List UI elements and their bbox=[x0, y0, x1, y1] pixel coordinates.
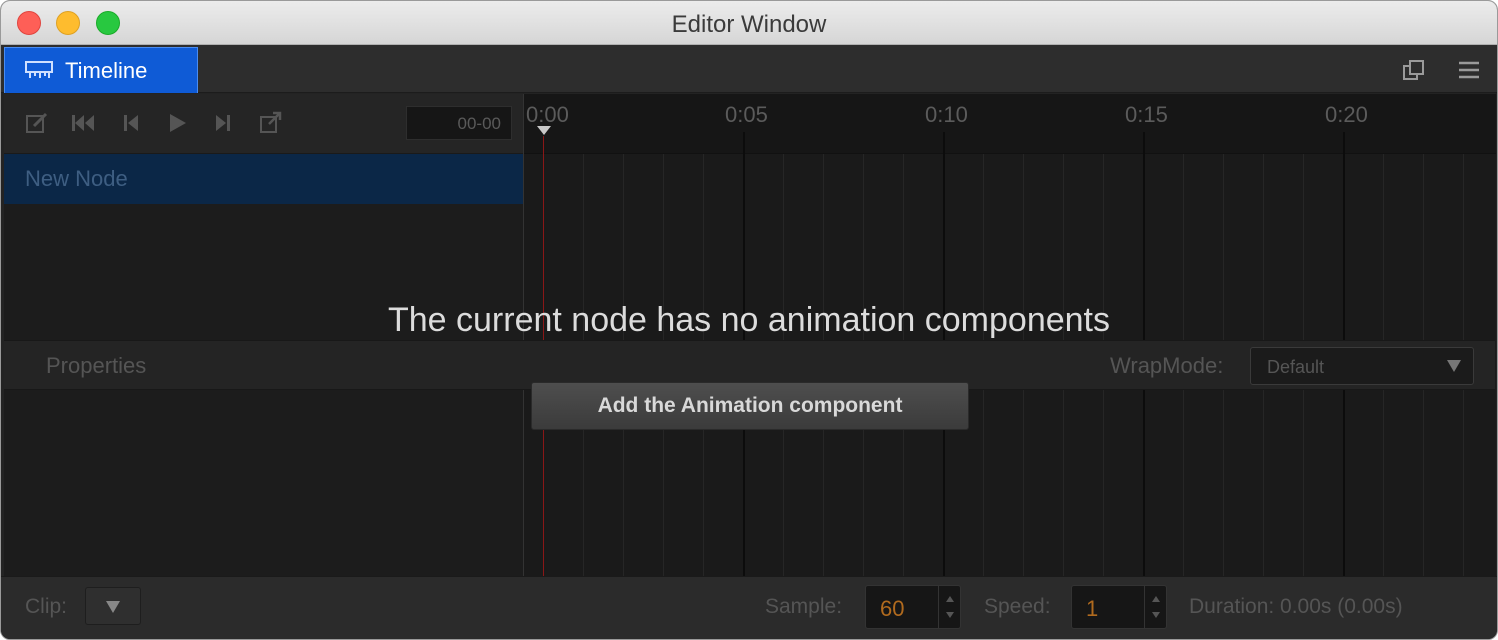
ruler-label: 0:10 bbox=[925, 102, 968, 127]
playhead-marker-icon[interactable] bbox=[537, 126, 551, 136]
editor-window: Editor Window Timeline 0:00 0:05 0:10 0:… bbox=[0, 0, 1498, 640]
stepper-arrows-icon bbox=[1152, 596, 1160, 618]
popout-window-icon[interactable] bbox=[1401, 57, 1427, 83]
node-row[interactable]: New Node bbox=[4, 154, 523, 204]
clip-select[interactable] bbox=[85, 587, 141, 625]
speed-label: Speed: bbox=[984, 595, 1051, 618]
menu-icon[interactable] bbox=[1456, 57, 1482, 83]
clip-label: Clip: bbox=[25, 595, 68, 618]
chevron-down-icon bbox=[1447, 360, 1461, 372]
properties-label: Properties bbox=[46, 353, 147, 378]
tab-bar: Timeline bbox=[1, 45, 1497, 93]
no-animation-message: The current node has no animation compon… bbox=[387, 301, 1110, 339]
playback-toolbar: 00-00 bbox=[4, 94, 523, 154]
speed-value: 1 bbox=[1086, 596, 1099, 621]
tab-timeline[interactable]: Timeline bbox=[4, 47, 198, 93]
step-back-icon[interactable] bbox=[118, 110, 144, 136]
window-title: Editor Window bbox=[671, 11, 827, 38]
stepper-arrows-icon bbox=[946, 596, 954, 618]
timeline-icon bbox=[25, 60, 53, 78]
add-animation-component-button[interactable]: Add the Animation component bbox=[531, 382, 969, 430]
play-icon[interactable] bbox=[164, 110, 190, 136]
wrapmode-value: Default bbox=[1267, 357, 1325, 377]
chevron-down-icon bbox=[106, 601, 120, 613]
title-bar: Editor Window bbox=[1, 1, 1497, 45]
sample-value: 60 bbox=[880, 596, 905, 621]
tab-label: Timeline bbox=[65, 57, 148, 83]
wrapmode-label: WrapMode: bbox=[1110, 353, 1224, 378]
speed-stepper[interactable] bbox=[1144, 586, 1166, 628]
step-forward-icon[interactable] bbox=[210, 110, 236, 136]
ruler-label: 0:05 bbox=[725, 102, 768, 127]
jump-first-icon[interactable] bbox=[70, 110, 96, 136]
sample-label: Sample: bbox=[765, 595, 843, 618]
time-ruler[interactable]: 0:00 0:05 0:10 0:15 0:20 bbox=[524, 94, 1496, 154]
open-external-icon[interactable] bbox=[258, 110, 284, 136]
sample-input[interactable]: 60 bbox=[865, 585, 961, 629]
speed-input[interactable]: 1 bbox=[1071, 585, 1167, 629]
duration-label: Duration: 0.00s (0.00s) bbox=[1189, 595, 1403, 618]
ruler-label: 0:15 bbox=[1125, 102, 1168, 127]
ruler-label: 0:00 bbox=[526, 102, 569, 127]
sample-stepper[interactable] bbox=[938, 586, 960, 628]
ruler-label: 0:20 bbox=[1325, 102, 1368, 127]
wrapmode-select[interactable]: Default bbox=[1250, 347, 1474, 385]
current-time-field[interactable]: 00-00 bbox=[406, 106, 512, 140]
bottom-bar: Clip: Sample: 60 Speed: 1 Duration: 0.00… bbox=[1, 576, 1497, 639]
edit-icon[interactable] bbox=[24, 110, 50, 136]
